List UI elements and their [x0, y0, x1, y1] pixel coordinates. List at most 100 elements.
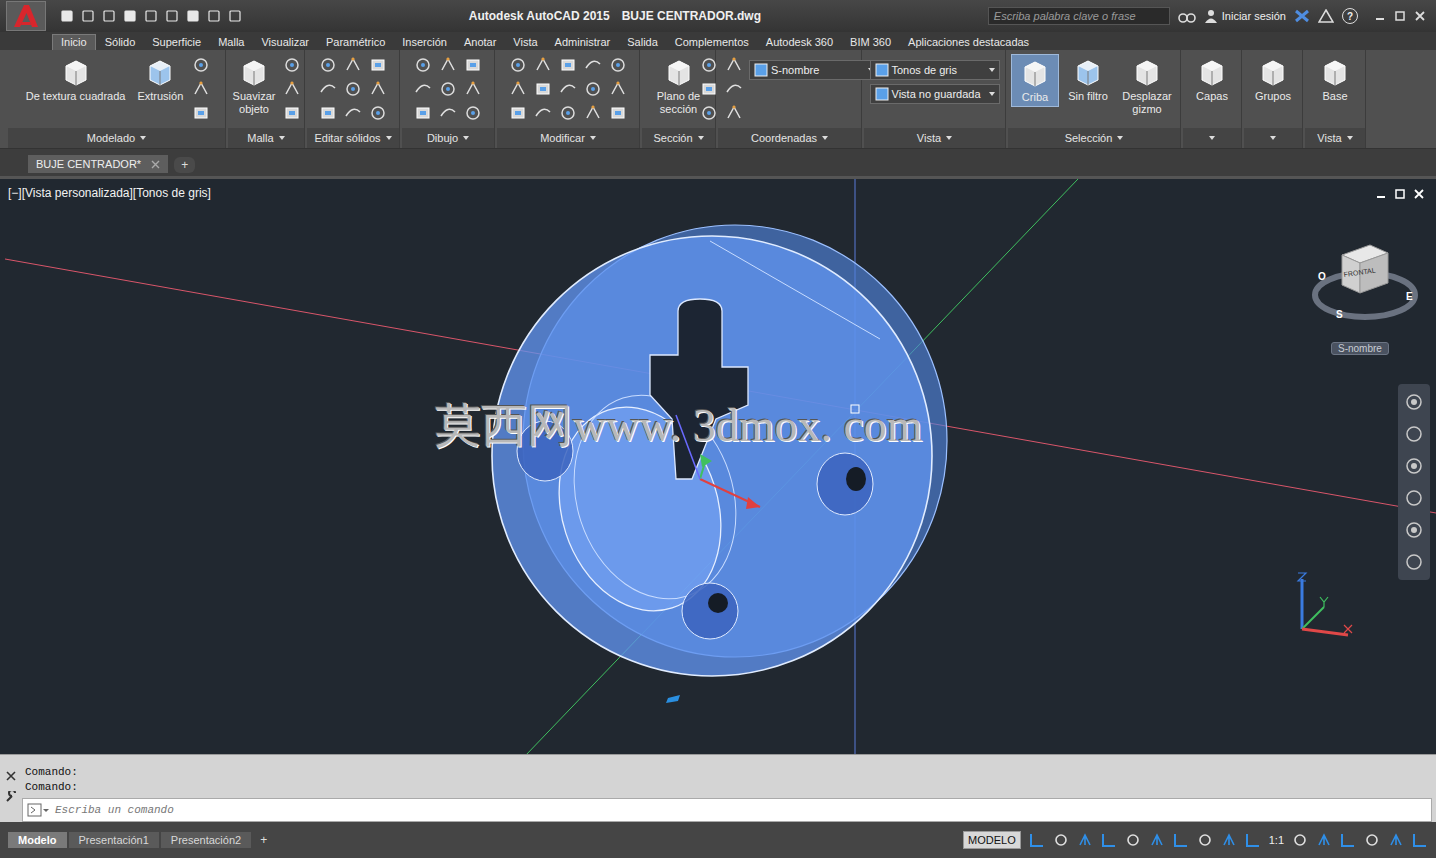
- restore-viewport-icon[interactable]: [1395, 189, 1405, 199]
- small-tool-icon[interactable]: [534, 80, 552, 98]
- small-tool-icon[interactable]: [439, 56, 457, 74]
- small-tool-icon[interactable]: [584, 80, 602, 98]
- minimize-viewport-icon[interactable]: [1376, 189, 1386, 199]
- ribbon-button[interactable]: Criba: [1011, 54, 1059, 107]
- ribbon-button[interactable]: Capas: [1189, 54, 1235, 105]
- viewport-controls-label[interactable]: [−][Vista personalizada][Tonos de gris]: [8, 186, 211, 200]
- panel-title[interactable]: Dibujo: [402, 128, 494, 148]
- ribbon-tab[interactable]: Salida: [619, 35, 666, 50]
- small-tool-icon[interactable]: [414, 80, 432, 98]
- ucs-menu[interactable]: S-nombre: [1331, 342, 1389, 355]
- ribbon-button[interactable]: Grupos: [1250, 54, 1296, 105]
- ribbon-tab[interactable]: Anotar: [456, 35, 504, 50]
- new-layout-button[interactable]: +: [253, 833, 274, 847]
- small-tool-icon[interactable]: [700, 56, 718, 74]
- ribbon-dropdown[interactable]: Tonos de gris: [870, 60, 1000, 80]
- grip-icon[interactable]: [666, 695, 680, 703]
- small-tool-icon[interactable]: [534, 56, 552, 74]
- status-toggle-icon[interactable]: [1412, 832, 1428, 848]
- status-toggle-icon[interactable]: [1173, 832, 1189, 848]
- small-tool-icon[interactable]: [509, 104, 527, 122]
- navigation-tool-icon[interactable]: [1404, 520, 1424, 540]
- small-tool-icon[interactable]: [369, 104, 387, 122]
- small-tool-icon[interactable]: [584, 56, 602, 74]
- status-toggle-icon[interactable]: [1077, 832, 1093, 848]
- quick-access-icon[interactable]: [123, 9, 137, 23]
- small-tool-icon[interactable]: [439, 104, 457, 122]
- quick-access-icon[interactable]: [81, 9, 95, 23]
- status-toggle-icon[interactable]: [1245, 832, 1261, 848]
- quick-access-icon[interactable]: [102, 9, 116, 23]
- ribbon-tab[interactable]: BIM 360: [842, 35, 899, 50]
- status-toggle-icon[interactable]: [1029, 832, 1045, 848]
- panel-title[interactable]: Vista: [1305, 128, 1365, 148]
- ribbon-tab[interactable]: Autodesk 360: [758, 35, 841, 50]
- ribbon-button[interactable]: Plano de sección: [645, 54, 712, 117]
- panel-title[interactable]: Sección: [642, 128, 715, 148]
- quick-access-icon[interactable]: [144, 9, 158, 23]
- small-tool-icon[interactable]: [464, 56, 482, 74]
- small-tool-icon[interactable]: [700, 104, 718, 122]
- ribbon-dropdown[interactable]: S-nombre: [749, 60, 879, 80]
- status-toggle-icon[interactable]: [1292, 832, 1308, 848]
- panel-title[interactable]: [1183, 128, 1241, 148]
- status-toggle-icon[interactable]: [1388, 832, 1404, 848]
- small-tool-icon[interactable]: [559, 104, 577, 122]
- close-tab-icon[interactable]: [151, 160, 160, 169]
- layout-tab[interactable]: Presentación1: [69, 832, 159, 848]
- exchange-icon[interactable]: [1294, 9, 1310, 23]
- small-tool-icon[interactable]: [609, 56, 627, 74]
- small-tool-icon[interactable]: [509, 80, 527, 98]
- small-tool-icon[interactable]: [283, 80, 301, 98]
- ribbon-button[interactable]: Sin filtro: [1065, 54, 1111, 105]
- panel-title[interactable]: Editar sólidos: [307, 128, 399, 148]
- ribbon-tab[interactable]: Superficie: [144, 35, 209, 50]
- small-tool-icon[interactable]: [609, 104, 627, 122]
- viewcube[interactable]: FRONTALOES: [1308, 237, 1423, 327]
- layout-tab[interactable]: Presentación2: [161, 832, 251, 848]
- ribbon-button[interactable]: Suavizar objeto: [231, 54, 277, 117]
- navigation-tool-icon[interactable]: [1404, 456, 1424, 476]
- small-tool-icon[interactable]: [700, 80, 718, 98]
- status-toggle-icon[interactable]: [1053, 832, 1069, 848]
- drawing-viewport[interactable]: [−][Vista personalizada][Tonos de gris] …: [0, 179, 1436, 754]
- close-icon[interactable]: [1414, 10, 1426, 22]
- small-tool-icon[interactable]: [559, 80, 577, 98]
- small-tool-icon[interactable]: [319, 104, 337, 122]
- navigation-tool-icon[interactable]: [1404, 552, 1424, 572]
- ribbon-button[interactable]: Desplazar gizmo: [1117, 54, 1177, 117]
- ribbon-tab[interactable]: Inicio: [52, 34, 96, 50]
- model-canvas[interactable]: [0, 179, 1436, 754]
- navigation-tool-icon[interactable]: [1404, 424, 1424, 444]
- small-tool-icon[interactable]: [344, 80, 362, 98]
- status-toggle-icon[interactable]: [1197, 832, 1213, 848]
- panel-title[interactable]: [1244, 128, 1302, 148]
- help-button[interactable]: ?: [1342, 8, 1358, 24]
- small-tool-icon[interactable]: [439, 80, 457, 98]
- panel-title[interactable]: Malla: [228, 128, 304, 148]
- search-field[interactable]: Escriba palabra clave o frase: [988, 7, 1170, 25]
- small-tool-icon[interactable]: [319, 56, 337, 74]
- small-tool-icon[interactable]: [584, 104, 602, 122]
- quick-access-icon[interactable]: [186, 9, 200, 23]
- status-toggle-icon[interactable]: [1125, 832, 1141, 848]
- panel-title[interactable]: Modificar: [497, 128, 639, 148]
- layout-tab[interactable]: Modelo: [8, 832, 67, 848]
- status-toggle-icon[interactable]: [1101, 832, 1117, 848]
- ribbon-tab[interactable]: Complementos: [667, 35, 757, 50]
- quick-access-icon[interactable]: [207, 9, 221, 23]
- quick-access-icon[interactable]: [165, 9, 179, 23]
- panel-title[interactable]: Coordenadas: [718, 128, 861, 148]
- annotation-scale[interactable]: 1:1: [1269, 834, 1284, 846]
- navigation-tool-icon[interactable]: [1404, 392, 1424, 412]
- restore-icon[interactable]: [1394, 10, 1406, 22]
- application-menu-button[interactable]: [6, 1, 46, 31]
- quick-access-icon[interactable]: [60, 9, 74, 23]
- quick-access-icon[interactable]: [228, 9, 242, 23]
- a360-icon[interactable]: [1318, 9, 1334, 23]
- viewcube-face-label[interactable]: FRONTAL: [1343, 267, 1376, 278]
- ribbon-tab[interactable]: Vista: [505, 35, 545, 50]
- ribbon-tab[interactable]: Visualizar: [253, 35, 317, 50]
- customize-wrench-icon[interactable]: [5, 791, 17, 803]
- minimize-icon[interactable]: [1374, 10, 1386, 22]
